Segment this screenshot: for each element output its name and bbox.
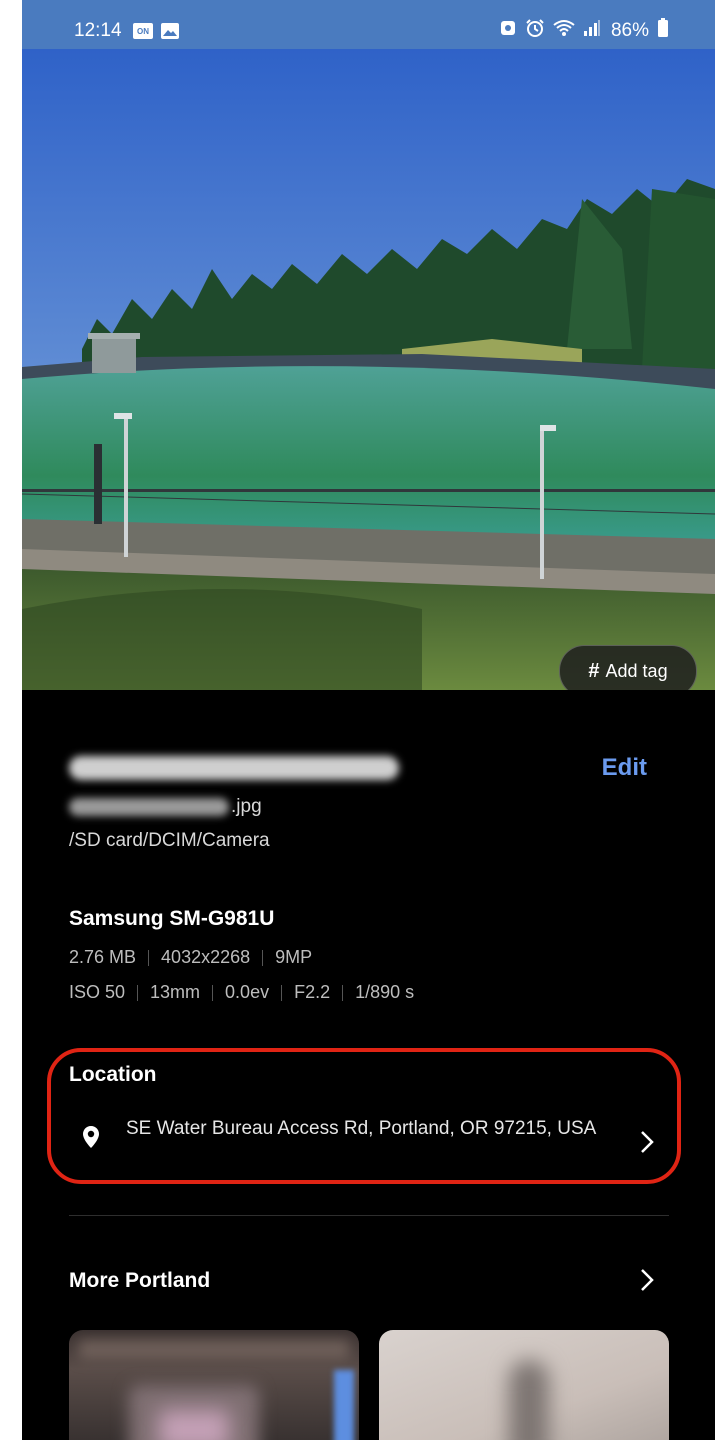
section-divider [69,1215,669,1216]
add-tag-button[interactable]: # Add tag [559,645,697,690]
exposure: 0.0ev [225,982,270,1002]
iso: ISO 50 [69,982,126,1002]
divider [148,949,150,966]
wifi-icon [553,19,575,43]
file-specs: 2.76 MB 4032x2268 9MP [69,947,312,968]
screen-mirror-icon: ON [132,22,154,45]
related-photo-thumbnail[interactable] [69,1330,359,1440]
focal-length: 13mm [150,982,201,1002]
divider [342,984,344,1001]
lock-icon [499,19,517,43]
add-tag-label: Add tag [605,660,668,681]
location-title: Location [69,1063,157,1086]
status-bar: 12:14 ON 86% [22,0,715,49]
svg-text:ON: ON [137,27,149,36]
location-address[interactable]: SE Water Bureau Access Rd, Portland, OR … [126,1118,606,1140]
file-size: 2.76 MB [69,947,137,967]
file-name-redacted [69,798,229,816]
file-extension: .jpg [231,796,262,817]
aperture: F2.2 [294,982,331,1002]
location-chevron-icon[interactable] [640,1130,654,1159]
hash-icon: # [588,659,600,682]
megapixels: 9MP [275,947,313,967]
resolution: 4032x2268 [161,947,251,967]
camera-specs: ISO 50 13mm 0.0ev F2.2 1/890 s [69,982,414,1003]
location-pin-icon [82,1125,100,1154]
divider [137,984,139,1001]
file-path: /SD card/DCIM/Camera [69,830,270,851]
related-photo-thumbnail[interactable] [379,1330,669,1440]
signal-icon [583,19,601,43]
more-section-title[interactable]: More Portland [69,1269,210,1293]
alarm-icon [525,19,545,43]
photo-preview[interactable]: # Add tag [22,49,715,690]
gallery-icon [160,22,180,45]
shutter-speed: 1/890 s [355,982,415,1002]
device-name: Samsung SM-G981U [69,907,275,930]
details-panel: Edit .jpg /SD card/DCIM/Camera Samsung S… [22,690,715,1440]
divider [281,984,283,1001]
divider [212,984,214,1001]
file-name-row: .jpg [69,796,262,818]
more-chevron-icon[interactable] [640,1268,654,1297]
status-time: 12:14 [74,20,122,41]
battery-icon [657,18,669,44]
battery-percent: 86% [610,20,649,41]
divider [262,949,264,966]
date-redacted [69,756,399,780]
edit-button[interactable]: Edit [602,754,647,782]
phone-screen: 12:14 ON 86% # Add tag Edit .jpg /SD car… [22,0,715,1440]
